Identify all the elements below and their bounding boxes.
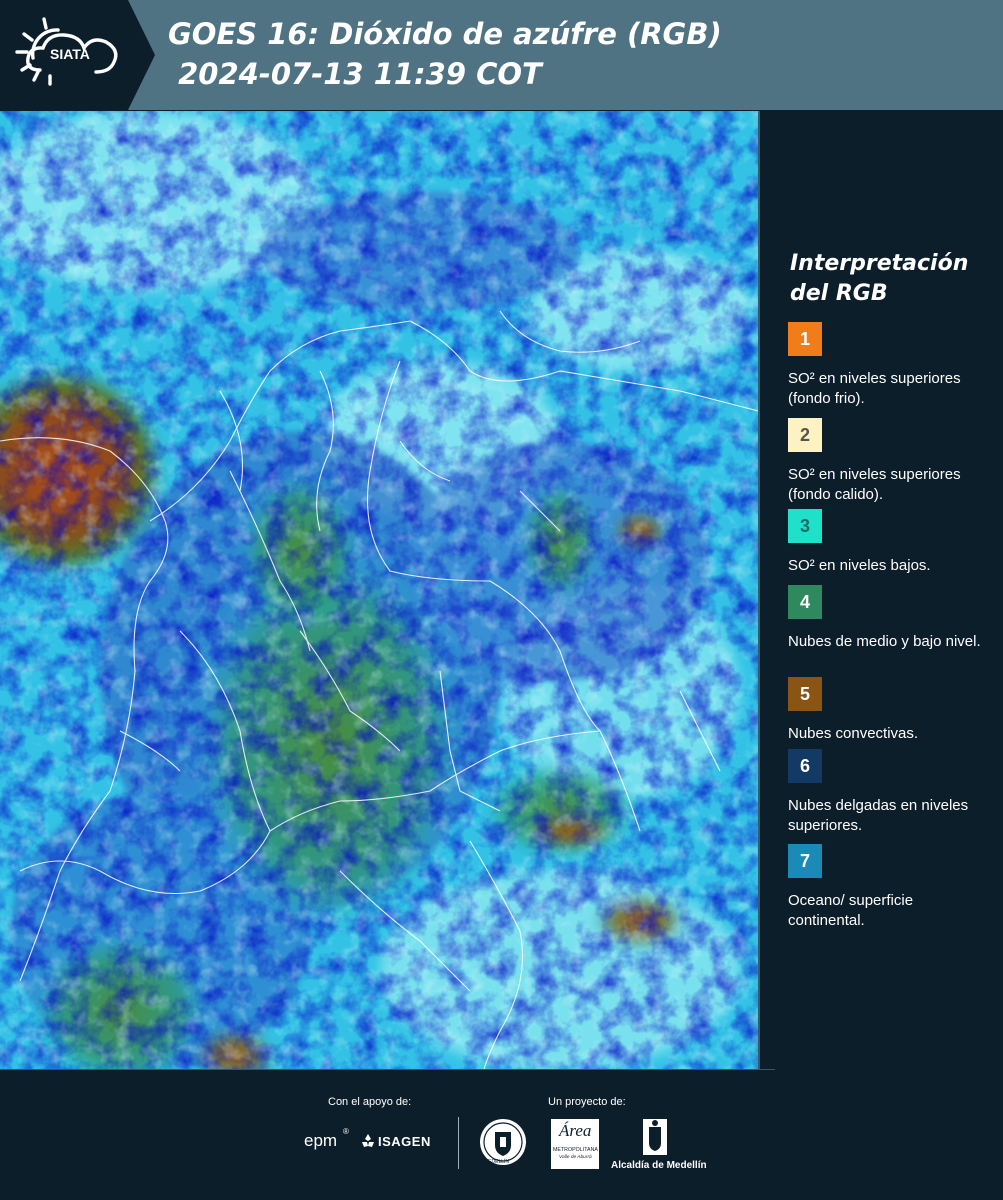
isagen-logo-text: ISAGEN: [378, 1134, 431, 1149]
satellite-image: [0, 111, 758, 1069]
title-line-1: GOES 16: Dióxido de azúfre (RGB): [168, 17, 722, 51]
legend-swatch-2: 2: [788, 418, 822, 452]
footer-vertical-divider: [458, 1117, 459, 1169]
page-title: GOES 16: Dióxido de azúfre (RGB) 2024-07…: [168, 14, 722, 94]
legend-number-7: 7: [799, 850, 810, 871]
legend-panel: Interpretación del RGB 1 SO² en niveles …: [760, 111, 1003, 1069]
siata-logo-panel: SIATA: [0, 0, 155, 110]
legend-text-7: Oceano/ superficie continental.: [788, 892, 914, 929]
project-label: Un proyecto de:: [548, 1096, 626, 1108]
alcaldia-emblem-icon[interactable]: [640, 1117, 670, 1157]
title-line-2: 2024-07-13 11:39 COT: [168, 57, 542, 91]
legend-item-3: 3 SO² en niveles bajos.: [788, 509, 988, 576]
legend-item-7: 7 Oceano/ superficie continental.: [788, 844, 988, 931]
legend-text-6: Nubes delgadas en niveles superiores.: [788, 797, 969, 834]
legend-text-4: Nubes de medio y bajo nivel.: [788, 633, 981, 650]
legend-swatch-3: 3: [788, 509, 822, 543]
legend-number-1: 1: [799, 328, 810, 349]
legend-title: Interpretación del RGB: [790, 251, 969, 306]
legend-text-3: SO² en niveles bajos.: [788, 557, 931, 574]
alcaldia-label: Alcaldía de Medellín: [611, 1160, 707, 1171]
registered-icon: ®: [343, 1127, 349, 1136]
legend-number-2: 2: [799, 424, 810, 445]
footer-divider: [0, 1069, 775, 1070]
legend-text-5: Nubes convectivas.: [788, 725, 919, 742]
siata-logo-text: SIATA: [50, 46, 90, 62]
legend-item-1: 1 SO² en niveles superiores (fondo frio)…: [788, 322, 988, 409]
legend-number-3: 3: [799, 515, 810, 536]
legend-item-6: 6 Nubes delgadas en niveles superiores.: [788, 749, 988, 836]
epm-logo[interactable]: epm: [304, 1131, 337, 1151]
legend-swatch-4: 4: [788, 585, 822, 619]
legend-text-2: SO² en niveles superiores (fondo calido)…: [788, 466, 961, 503]
area-logo-sub: METROPOLITANA: [553, 1147, 598, 1153]
legend-number-5: 5: [799, 683, 810, 704]
legend-swatch-5: 5: [788, 677, 822, 711]
legend-item-4: 4 Nubes de medio y bajo nivel.: [788, 585, 988, 652]
legend-item-2: 2 SO² en niveles superiores (fondo calid…: [788, 418, 988, 505]
legend-swatch-1: 1: [788, 322, 822, 356]
footer: Con el apoyo de: Un proyecto de: epm ® I…: [0, 1069, 1003, 1200]
legend-text-1: SO² en niveles superiores (fondo frio).: [788, 370, 961, 407]
legend-swatch-6: 6: [788, 749, 822, 783]
area-logo-sub2: Valle de Aburrá: [559, 1155, 592, 1160]
header-bar: SIATA GOES 16: Dióxido de azúfre (RGB) 2…: [0, 0, 1003, 110]
legend-swatch-7: 7: [788, 844, 822, 878]
area-metropolitana-logo[interactable]: Área METROPOLITANA Valle de Aburrá: [551, 1119, 599, 1169]
isagen-mark-icon: [362, 1134, 374, 1147]
legend-number-4: 4: [799, 591, 810, 612]
legend-number-6: 6: [799, 755, 810, 776]
legend-item-5: 5 Nubes convectivas.: [788, 677, 988, 744]
area-logo-text: Área: [559, 1121, 592, 1140]
support-label: Con el apoyo de:: [328, 1096, 412, 1108]
seal-label: MEDELLÍN: [484, 1159, 510, 1165]
satellite-map[interactable]: [0, 111, 758, 1069]
